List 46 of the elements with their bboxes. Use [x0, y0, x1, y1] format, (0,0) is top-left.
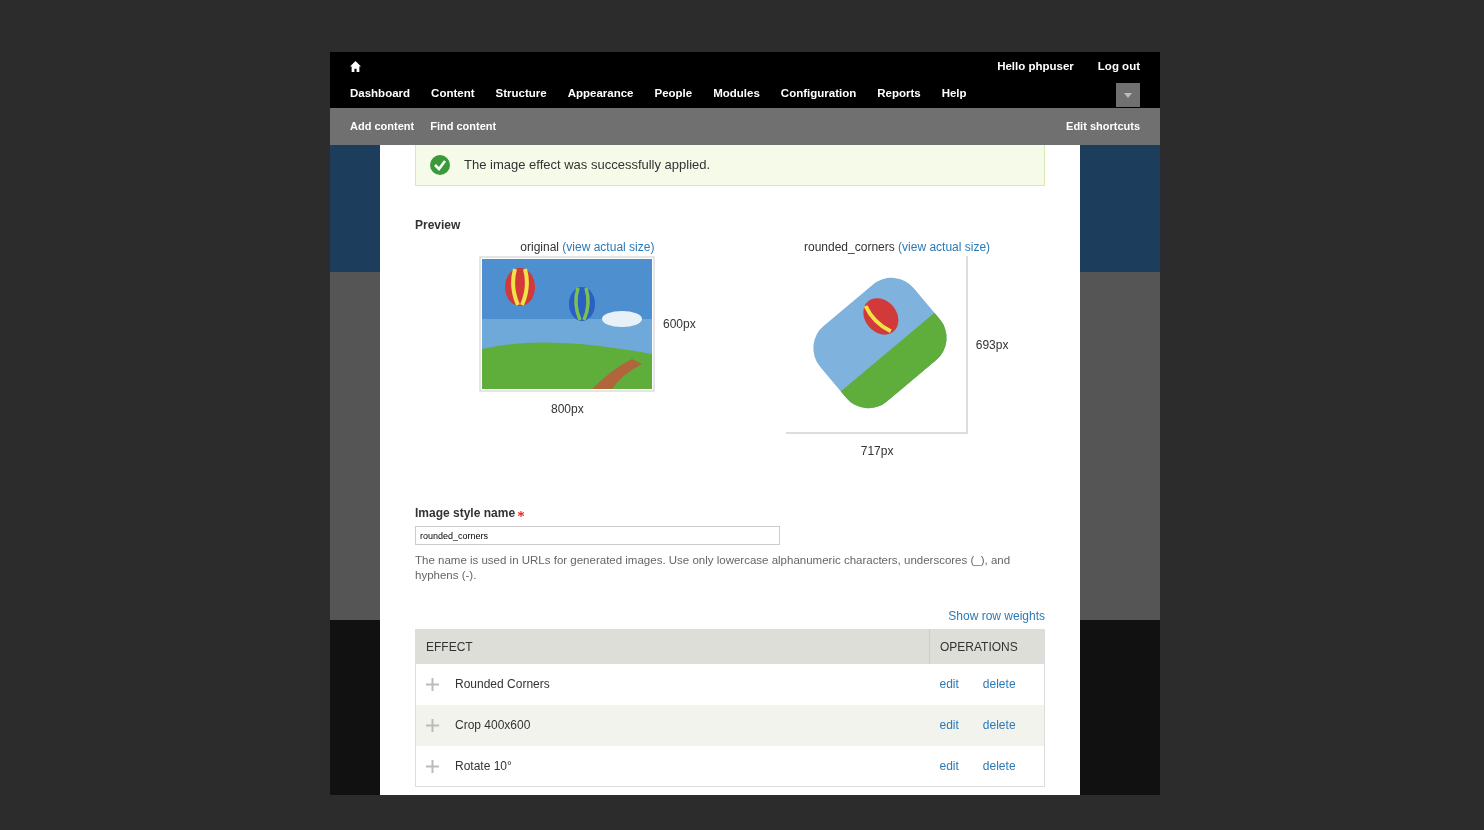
- operation-link[interactable]: edit: [939, 716, 959, 735]
- menu-link[interactable]: Help: [941, 84, 967, 102]
- field-description: The name is used in URLs for generated images. Use only lowercase alphanumeric characters, underscores (_), and hyphens (-).: [415, 553, 1012, 583]
- operation-link[interactable]: delete: [982, 675, 1016, 694]
- menu-link[interactable]: Dashboard: [350, 84, 411, 102]
- image-width: 800px: [551, 401, 584, 418]
- effect-name: Rounded Corners: [455, 676, 550, 694]
- column-header: OPERATIONS: [929, 629, 1045, 664]
- image-height: 600px: [663, 316, 696, 333]
- image-height: 693px: [975, 337, 1009, 354]
- check-icon: [430, 155, 450, 175]
- menu-link[interactable]: Structure: [495, 84, 547, 102]
- column-header: EFFECT: [415, 629, 930, 664]
- image-width: 717px: [860, 443, 894, 460]
- edit-shortcuts-link[interactable]: Edit shortcuts: [1066, 118, 1140, 135]
- preview-label: Preview: [415, 217, 462, 234]
- caret-icon: [1124, 93, 1132, 99]
- shortcut-link[interactable]: Add content: [350, 118, 415, 135]
- show-row-weights-link[interactable]: Show row weights: [948, 608, 1045, 623]
- menu-link[interactable]: Appearance: [567, 84, 634, 102]
- view-size-link[interactable]: (view actual size): [562, 240, 655, 254]
- image-name: original: [520, 240, 559, 254]
- operation-link[interactable]: edit: [939, 675, 959, 694]
- menu-link[interactable]: Modules: [713, 84, 760, 102]
- view-size-link[interactable]: (view actual size): [898, 240, 991, 254]
- field-label-text: Image style name: [415, 506, 516, 520]
- effect-name: Crop 400x600: [455, 717, 531, 735]
- effect-name: Rotate 10°: [455, 758, 512, 776]
- menu-link[interactable]: Reports: [877, 84, 921, 102]
- user-greeting-link[interactable]: Hello phpuser: [997, 58, 1074, 76]
- menu-link[interactable]: Content: [431, 84, 475, 102]
- logout-link[interactable]: Log out: [1097, 58, 1140, 76]
- menu-link[interactable]: Configuration: [780, 84, 857, 102]
- operation-link[interactable]: delete: [982, 716, 1016, 735]
- image-name: rounded_corners: [804, 240, 895, 254]
- drag-handle-icon[interactable]: [426, 718, 439, 732]
- drag-handle-icon[interactable]: [426, 759, 439, 773]
- menu-link[interactable]: People: [654, 84, 693, 102]
- home-icon[interactable]: [350, 61, 361, 73]
- operation-link[interactable]: delete: [982, 757, 1016, 776]
- drag-handle-icon[interactable]: [426, 677, 439, 691]
- operation-link[interactable]: edit: [939, 757, 959, 776]
- style-name-field[interactable]: rounded_corners: [415, 526, 780, 545]
- shortcut-link[interactable]: Find content: [430, 118, 497, 135]
- message-text: The image effect was successfully applied.: [464, 156, 711, 175]
- toggle-toolbar-button[interactable]: [1116, 83, 1140, 108]
